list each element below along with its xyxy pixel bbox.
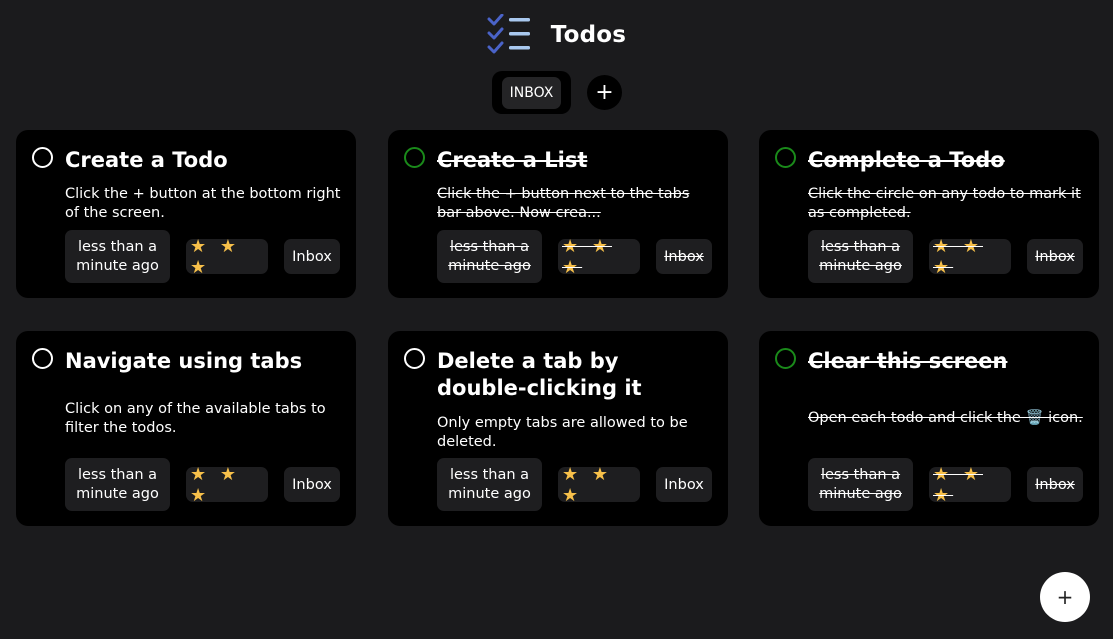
todo-timestamp: less than a minute ago: [65, 230, 170, 283]
todo-timestamp: less than a minute ago: [437, 230, 542, 283]
todo-tag: Inbox: [284, 467, 340, 502]
add-todo-button[interactable]: +: [1040, 572, 1090, 622]
todo-title: Delete a tab by double-clicking it: [437, 349, 642, 400]
todo-description: Open each todo and click the 🗑️ icon.: [808, 410, 1083, 426]
todo-card[interactable]: Delete a tab by double-clicking it Only …: [388, 331, 728, 526]
star-rating: ★ ★ ★: [186, 464, 268, 506]
tab-inbox[interactable]: INBOX: [501, 76, 562, 109]
complete-toggle[interactable]: [404, 348, 425, 369]
todo-meta: less than a minute ago ★ ★ ★ Inbox: [65, 230, 340, 283]
todo-card[interactable]: Navigate using tabs Click on any of the …: [16, 331, 356, 526]
complete-toggle[interactable]: [32, 348, 53, 369]
todo-meta: less than a minute ago ★ ★ ★ Inbox: [808, 230, 1083, 283]
todo-tag: Inbox: [284, 239, 340, 274]
todo-meta: less than a minute ago ★ ★ ★ Inbox: [808, 458, 1083, 511]
todo-tag: Inbox: [1027, 467, 1083, 502]
todo-timestamp: less than a minute ago: [808, 458, 913, 511]
todo-description: Click on any of the available tabs to fi…: [65, 401, 326, 436]
todo-title: Clear this screen: [808, 349, 1008, 373]
app-title: Todos: [550, 22, 627, 48]
todo-description: Click the + button next to the tabs bar …: [437, 186, 690, 221]
todo-timestamp: less than a minute ago: [437, 458, 542, 511]
add-tab-button[interactable]: +: [587, 75, 622, 110]
todo-meta: less than a minute ago ★ ★ ★ Inbox: [65, 458, 340, 511]
star-rating: ★ ★ ★: [929, 236, 1011, 278]
todo-title: Complete a Todo: [808, 148, 1005, 172]
todo-card[interactable]: Create a Todo Click the + button at the …: [16, 130, 356, 298]
checklist-icon: [487, 14, 530, 54]
todo-tag: Inbox: [656, 239, 712, 274]
complete-toggle[interactable]: [775, 147, 796, 168]
todo-card[interactable]: Clear this screen Open each todo and cli…: [759, 331, 1099, 526]
complete-toggle[interactable]: [775, 348, 796, 369]
tabs-bar: INBOX: [492, 71, 571, 114]
star-rating: ★ ★ ★: [558, 236, 640, 278]
todo-description: Only empty tabs are allowed to be delete…: [437, 415, 688, 450]
todo-tag: Inbox: [1027, 239, 1083, 274]
complete-toggle[interactable]: [404, 147, 425, 168]
todo-description: Click the + button at the bottom right o…: [65, 186, 341, 221]
todo-card[interactable]: Complete a Todo Click the circle on any …: [759, 130, 1099, 298]
complete-toggle[interactable]: [32, 147, 53, 168]
todo-timestamp: less than a minute ago: [808, 230, 913, 283]
todo-title: Create a Todo: [65, 148, 228, 172]
todo-tag: Inbox: [656, 467, 712, 502]
star-rating: ★ ★ ★: [929, 464, 1011, 506]
todo-title: Create a List: [437, 148, 588, 172]
star-rating: ★ ★ ★: [186, 236, 268, 278]
todo-meta: less than a minute ago ★ ★ ★ Inbox: [437, 458, 712, 511]
star-rating: ★ ★ ★: [558, 464, 640, 506]
todo-description: Click the circle on any todo to mark it …: [808, 186, 1081, 221]
todo-title: Navigate using tabs: [65, 349, 303, 373]
todo-timestamp: less than a minute ago: [65, 458, 170, 511]
app-header: Todos: [0, 14, 1113, 56]
todo-card[interactable]: Create a List Click the + button next to…: [388, 130, 728, 298]
todo-meta: less than a minute ago ★ ★ ★ Inbox: [437, 230, 712, 283]
